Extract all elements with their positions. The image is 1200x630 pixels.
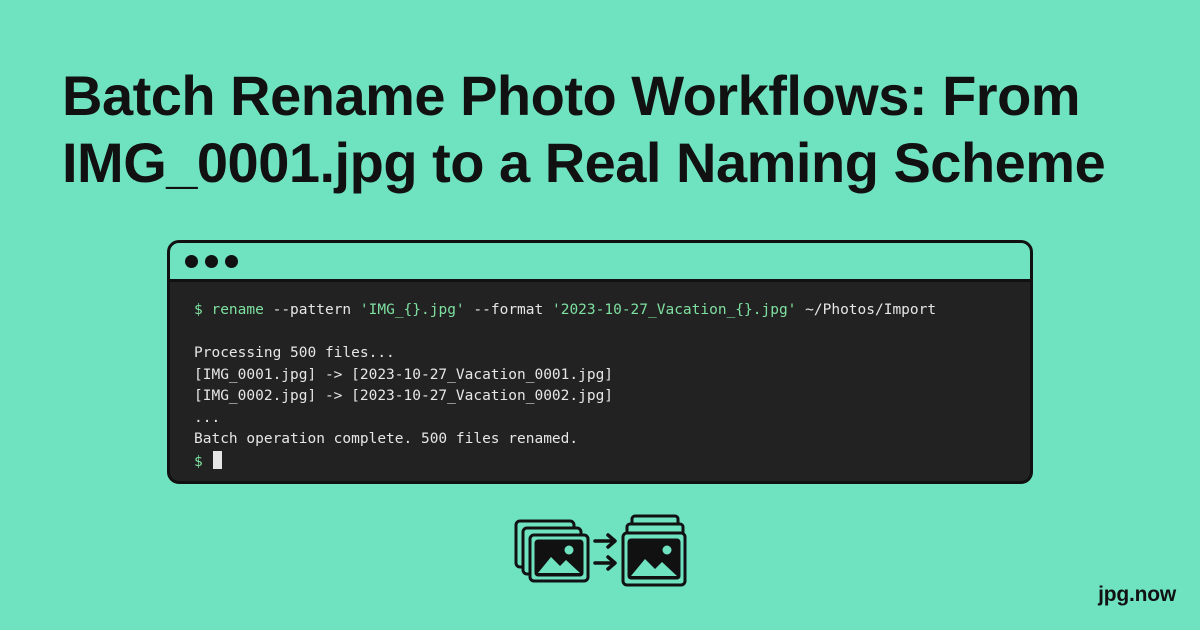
output-line: [IMG_0002.jpg] -> [2023-10-27_Vacation_0… xyxy=(194,388,614,404)
output-line: Batch operation complete. 500 files rena… xyxy=(194,431,579,447)
rename-illustration xyxy=(514,514,687,587)
page-title-line-2: IMG_0001.jpg to a Real Naming Scheme xyxy=(62,131,1106,194)
command-flag-pattern: --pattern xyxy=(272,302,352,318)
window-dot-icon[interactable] xyxy=(225,255,238,268)
output-line: ... xyxy=(194,409,221,426)
terminal-output: $ rename --pattern 'IMG_{}.jpg' --format… xyxy=(194,300,936,472)
final-prompt-line[interactable]: $ xyxy=(194,450,936,473)
organized-photo-stack-icon xyxy=(621,514,687,587)
command-pattern-value: 'IMG_{}.jpg' xyxy=(359,302,465,318)
prompt-symbol: $ xyxy=(194,302,203,318)
cursor-block-icon xyxy=(212,450,222,469)
command-flag-format: --format xyxy=(473,302,544,318)
prompt-symbol: $ xyxy=(194,453,203,470)
brand-logo-text[interactable]: jpg.now xyxy=(1098,583,1176,607)
double-arrow-right-icon xyxy=(593,533,617,571)
output-line: [IMG_0001.jpg] -> [2023-10-27_Vacation_0… xyxy=(194,366,614,383)
photo-stack-icon xyxy=(514,519,590,583)
page-title-line-1: Batch Rename Photo Workflows: From xyxy=(62,64,1081,127)
terminal-window[interactable]: $ rename --pattern 'IMG_{}.jpg' --format… xyxy=(167,240,1033,484)
output-line: Processing 500 files... xyxy=(194,345,395,361)
terminal-title-bar xyxy=(170,243,1030,282)
command-path: ~/Photos/Import xyxy=(805,302,937,318)
window-dot-icon[interactable] xyxy=(205,255,218,268)
command-format-value: '2023-10-27_Vacation_{}.jpg' xyxy=(551,302,797,318)
command-line: $ rename --pattern 'IMG_{}.jpg' --format… xyxy=(194,300,936,322)
command-program: rename xyxy=(211,302,264,318)
page-title: Batch Rename Photo Workflows: From IMG_0… xyxy=(62,62,1152,196)
window-dot-icon[interactable] xyxy=(185,255,198,268)
